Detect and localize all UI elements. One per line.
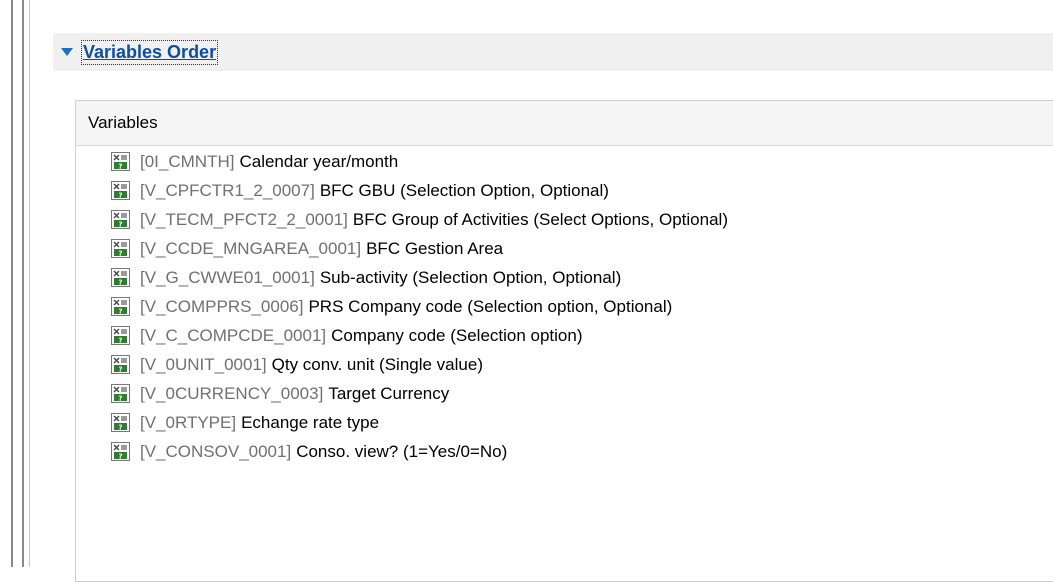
variable-icon: ? [111, 413, 130, 432]
variable-description: Qty conv. unit (Single value) [271, 354, 483, 374]
variables-order-section-header[interactable]: Variables Order [53, 33, 1053, 71]
variable-technical-name: [V_COMPPRS_0006] [140, 296, 304, 316]
variables-list: ? [0I_CMNTH] Calendar year/month? [V_CPFCTR… [76, 147, 1053, 466]
svg-text:?: ? [118, 278, 122, 286]
variable-icon: ? [111, 268, 130, 287]
triangle-down-icon[interactable] [61, 48, 73, 56]
variable-technical-name: [V_CONSOV_0001] [140, 441, 292, 461]
variable-icon: ? [111, 326, 130, 345]
variable-row[interactable]: ? [V_CONSOV_0001] Conso. view? (1=Yes/0=No… [76, 437, 1053, 466]
variable-description: Calendar year/month [239, 151, 399, 171]
svg-text:?: ? [118, 365, 122, 373]
variable-technical-name: [V_TECM_PFCT2_2_0001] [140, 209, 348, 229]
left-border-line [29, 0, 30, 567]
variable-technical-name: [V_CCDE_MNGAREA_0001] [140, 238, 362, 258]
variable-row[interactable]: ? [V_0RTYPE] Echange rate type [76, 408, 1053, 437]
svg-text:?: ? [118, 220, 122, 228]
variable-row[interactable]: ? [0I_CMNTH] Calendar year/month [76, 147, 1053, 176]
variable-row[interactable]: ? [V_C_COMPCDE_0001] Company code (Selecti… [76, 321, 1053, 350]
variable-icon: ? [111, 239, 130, 258]
svg-text:?: ? [118, 191, 122, 199]
variable-description: Conso. view? (1=Yes/0=No) [296, 441, 508, 461]
variable-technical-name: [V_0CURRENCY_0003] [140, 383, 324, 403]
variable-row[interactable]: ? [V_TECM_PFCT2_2_0001] BFC Group of Activ… [76, 205, 1053, 234]
variable-row[interactable]: ? [V_CPFCTR1_2_0007] BFC GBU (Selection Op… [76, 176, 1053, 205]
variable-description: BFC Gestion Area [366, 238, 504, 258]
variable-icon: ? [111, 355, 130, 374]
variable-description: BFC Group of Activities (Select Options,… [352, 209, 728, 229]
variable-description: PRS Company code (Selection option, Opti… [308, 296, 673, 316]
variable-icon: ? [111, 152, 130, 171]
variable-row[interactable]: ? [V_G_CWWE01_0001] Sub-activity (Selectio… [76, 263, 1053, 292]
variable-icon: ? [111, 384, 130, 403]
variable-technical-name: [V_C_COMPCDE_0001] [140, 325, 327, 345]
variable-technical-name: [V_G_CWWE01_0001] [140, 267, 315, 287]
svg-text:?: ? [118, 452, 122, 460]
section-title-link[interactable]: Variables Order [80, 39, 219, 65]
variable-technical-name: [0I_CMNTH] [140, 151, 235, 171]
variable-description: Target Currency [328, 383, 450, 403]
variable-row[interactable]: ? [V_COMPPRS_0006] PRS Company code (Selec… [76, 292, 1053, 321]
variable-icon: ? [111, 181, 130, 200]
variable-row[interactable]: ? [V_CCDE_MNGAREA_0001] BFC Gestion Area [76, 234, 1053, 263]
variable-technical-name: [V_CPFCTR1_2_0007] [140, 180, 315, 200]
variable-technical-name: [V_0UNIT_0001] [140, 354, 267, 374]
variable-icon: ? [111, 297, 130, 316]
variable-description: Company code (Selection option) [331, 325, 583, 345]
svg-text:?: ? [118, 307, 122, 315]
svg-text:?: ? [118, 423, 122, 431]
variable-description: Echange rate type [241, 412, 380, 432]
variable-technical-name: [V_0RTYPE] [140, 412, 237, 432]
variables-panel: Variables ? [0I_CMNTH] Calendar year/month… [75, 100, 1053, 582]
variable-icon: ? [111, 210, 130, 229]
column-header-variables: Variables [76, 101, 1053, 146]
left-border-line [22, 0, 24, 567]
svg-text:?: ? [118, 394, 122, 402]
variable-row[interactable]: ? [V_0UNIT_0001] Qty conv. unit (Single va… [76, 350, 1053, 379]
variable-icon: ? [111, 442, 130, 461]
svg-text:?: ? [118, 249, 122, 257]
svg-text:?: ? [118, 336, 122, 344]
left-border-line [11, 0, 13, 567]
svg-text:?: ? [118, 162, 122, 170]
variable-row[interactable]: ? [V_0CURRENCY_0003] Target Currency [76, 379, 1053, 408]
variable-description: Sub-activity (Selection Option, Optional… [319, 267, 622, 287]
variable-description: BFC GBU (Selection Option, Optional) [319, 180, 609, 200]
